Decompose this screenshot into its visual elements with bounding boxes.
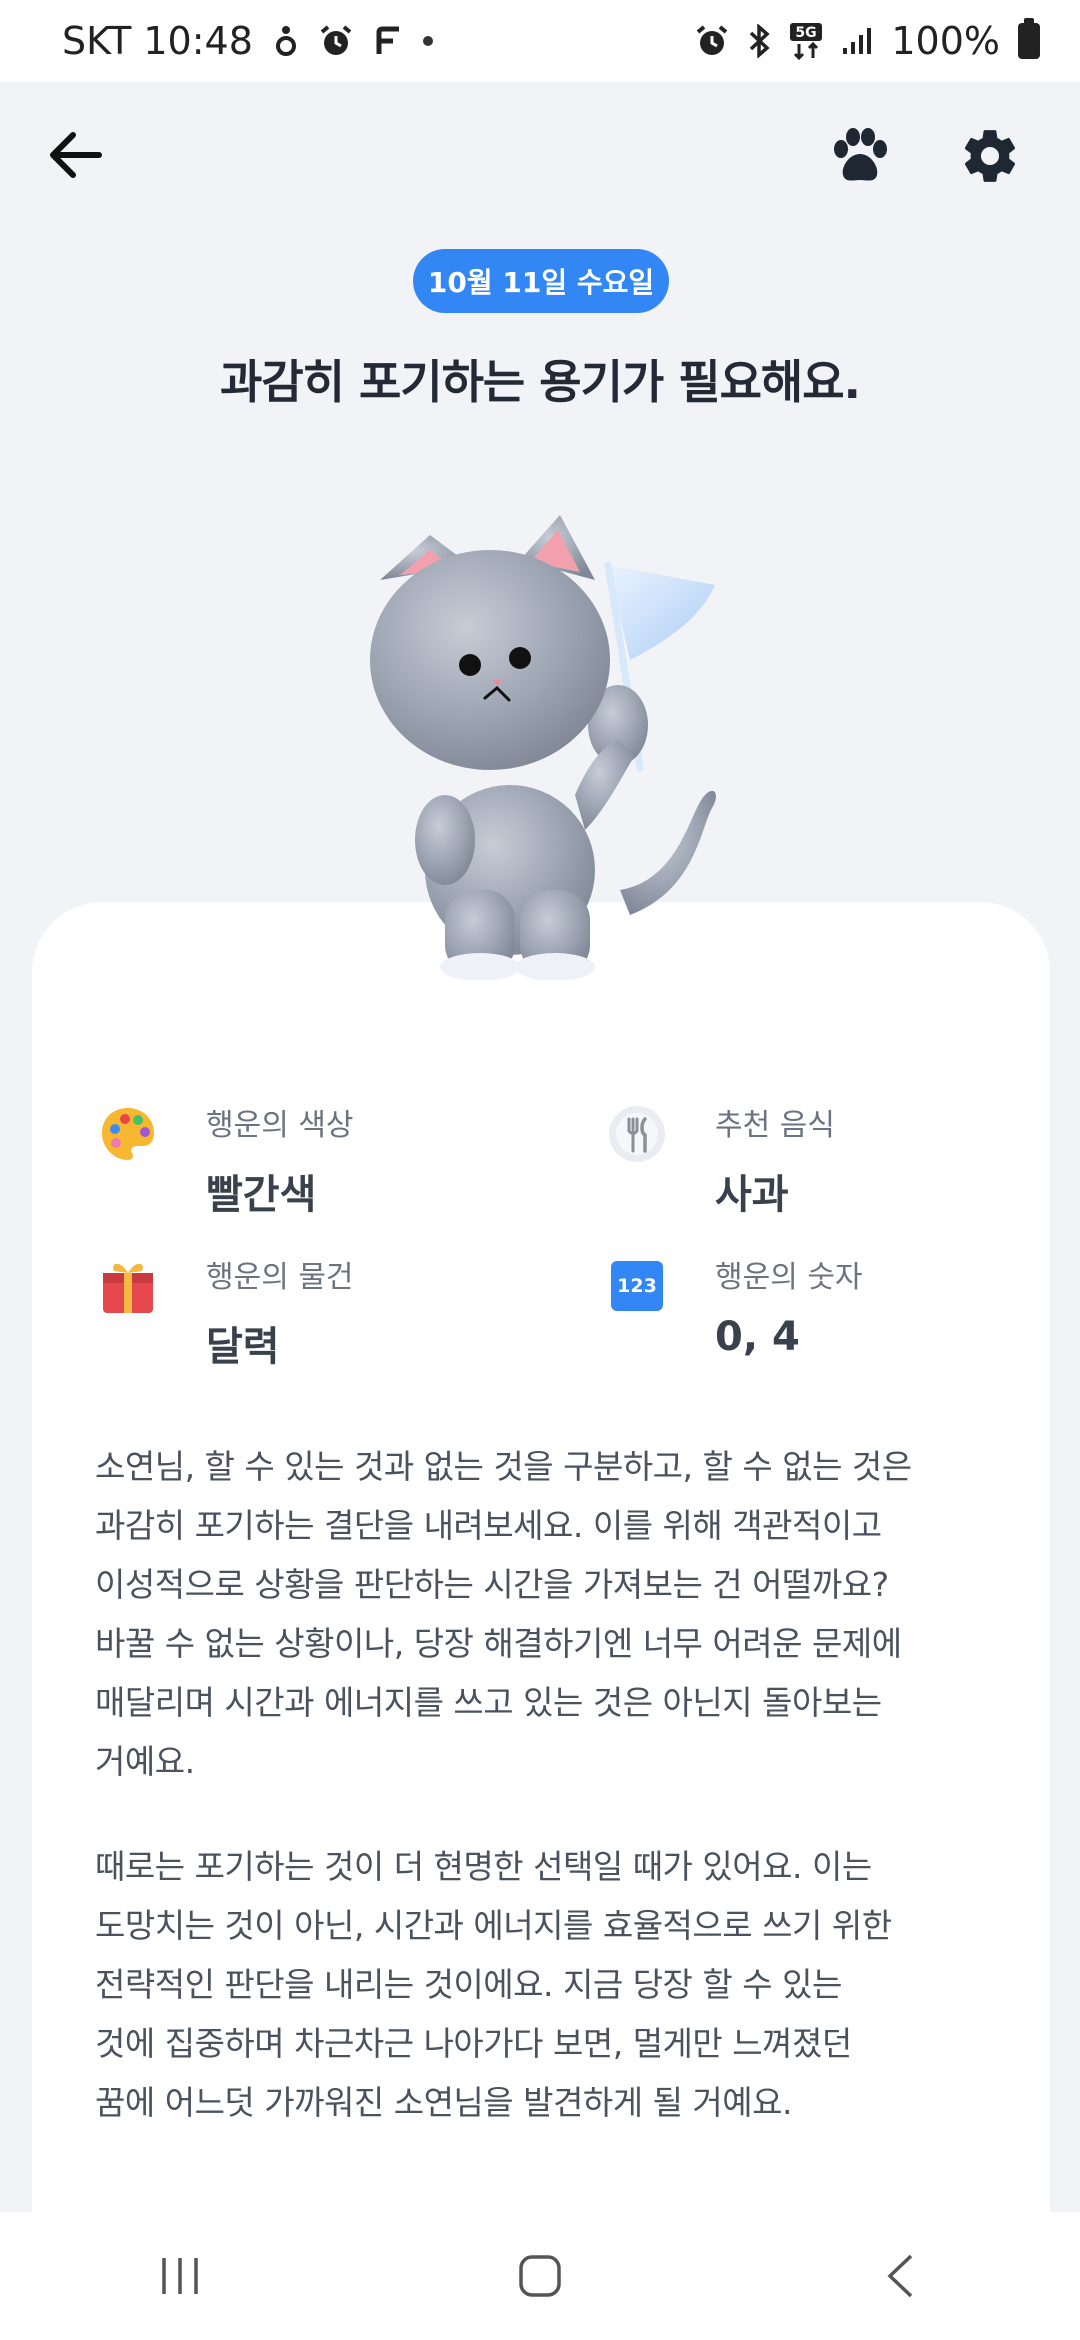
fortune-value: 달력 (206, 1324, 280, 1370)
paw-icon (834, 128, 887, 181)
paragraph-line: 거예요. (95, 1742, 195, 1781)
fortune-paragraph: 때로는 포기하는 것이 더 현명한 선택일 때가 있어요. 이는 도망치는 것이… (95, 1837, 995, 2132)
date-badge: 10월 11일 수요일 (413, 249, 669, 313)
system-nav-bar (0, 2212, 1080, 2340)
battery-percent: 100% (891, 19, 1000, 63)
fortune-label: 행운의 색상 (206, 1108, 354, 1143)
bluetooth-icon (747, 24, 771, 58)
fitness-icon (275, 25, 297, 57)
carrier-time: SKT 10:48 (62, 19, 253, 63)
paragraph-line: 꿈에 어느덧 가까워진 소연님을 발견하게 될 거예요. (95, 2083, 793, 2122)
5g-icon: 5G (789, 22, 823, 60)
gift-icon (98, 1256, 158, 1316)
settings-button[interactable] (950, 116, 1030, 196)
recent-apps-icon (162, 2258, 198, 2294)
fortune-item-food: 추천 음식 사과 (607, 1100, 835, 1220)
paragraph-line: 도망치는 것이 아닌, 시간과 에너지를 효율적으로 쓰기 위한 (95, 1906, 892, 1945)
back-nav-button[interactable] (840, 2226, 960, 2326)
palette-icon (98, 1104, 158, 1164)
status-bar: SKT 10:48 5G 100% (0, 0, 1080, 82)
cat-mascot-illustration (370, 515, 716, 980)
paragraph-line: 바꿀 수 없는 상황이나, 당장 해결하기엔 너무 어려운 문제에 (95, 1624, 902, 1663)
paragraph-line: 전략적인 판단을 내리는 것이에요. 지금 당장 할 수 있는 (95, 1965, 842, 2004)
gear-icon (964, 130, 1016, 182)
paragraph-line: 과감히 포기하는 결단을 내려보세요. 이를 위해 객관적이고 (95, 1506, 882, 1545)
battery-icon (1018, 18, 1040, 59)
app-f-icon (375, 26, 401, 56)
paragraph-line: 소연님, 할 수 있는 것과 없는 것을 구분하고, 할 수 없는 것은 (95, 1447, 912, 1486)
alarm-icon (319, 24, 353, 58)
paragraph-line: 때로는 포기하는 것이 더 현명한 선택일 때가 있어요. 이는 (95, 1847, 872, 1886)
fortune-value: 0, 4 (715, 1314, 800, 1360)
fork-knife-icon (607, 1104, 667, 1164)
home-button[interactable] (480, 2226, 600, 2326)
app-bar (0, 82, 1080, 222)
fortune-value: 빨간색 (206, 1172, 317, 1218)
home-icon (519, 2255, 561, 2297)
back-nav-icon (887, 2254, 913, 2298)
fortune-label: 행운의 숫자 (715, 1260, 863, 1295)
fortune-item-number: 123 행운의 숫자 0, 4 (607, 1252, 863, 1360)
dot-icon (422, 36, 433, 46)
back-button[interactable] (40, 120, 110, 190)
fortune-item-color: 행운의 색상 빨간색 (98, 1100, 354, 1220)
headline: 과감히 포기하는 용기가 필요해요. (220, 355, 861, 409)
number-123-icon: 123 (607, 1256, 667, 1316)
recent-apps-button[interactable] (120, 2226, 240, 2326)
paragraph-line: 이성적으로 상황을 판단하는 시간을 가져보는 건 어떨까요? (95, 1565, 889, 1604)
svg-text:5G: 5G (796, 25, 817, 41)
fortune-value: 사과 (715, 1172, 789, 1218)
fortune-label: 추천 음식 (715, 1108, 835, 1143)
back-arrow-icon (50, 132, 102, 178)
paw-button[interactable] (820, 116, 900, 196)
fortune-page: SKT 10:48 5G 100% 10월 11일 수요일 과감히 포기하는 용… (0, 0, 1080, 2340)
alarm-icon (695, 24, 729, 58)
signal-icon (841, 26, 873, 56)
fortune-paragraph: 소연님, 할 수 있는 것과 없는 것을 구분하고, 할 수 없는 것은 과감히… (95, 1437, 995, 1791)
fortune-label: 행운의 물건 (206, 1260, 354, 1295)
paragraph-line: 것에 집중하며 차근차근 나아가다 보면, 멀게만 느껴졌던 (95, 2024, 852, 2063)
paragraph-line: 매달리며 시간과 에너지를 쓰고 있는 것은 아닌지 돌아보는 (95, 1683, 882, 1722)
fortune-item-object: 행운의 물건 달력 (98, 1252, 354, 1372)
